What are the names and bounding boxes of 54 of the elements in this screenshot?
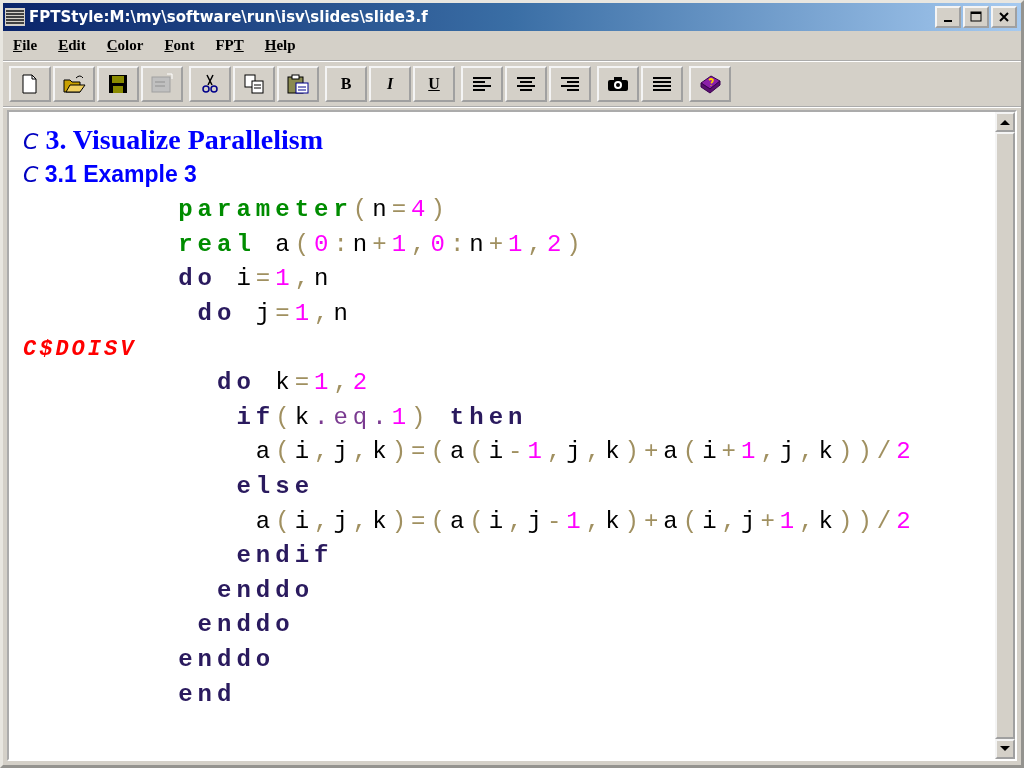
code-line: parameter(n=4) (177, 195, 451, 226)
code-line: do j=1,n (196, 298, 354, 329)
code-line: enddo (216, 575, 316, 606)
paste-icon (286, 73, 310, 95)
menu-item[interactable]: File (13, 37, 38, 54)
code-line: enddo (177, 644, 277, 675)
comment-line: C 3. Visualize Parallelism (23, 124, 324, 157)
help-book-icon (698, 73, 722, 95)
menu-item[interactable]: FPT (215, 37, 244, 54)
minimize-icon (944, 20, 952, 22)
down-arrow-icon (1000, 746, 1010, 752)
scroll-up-button[interactable] (995, 112, 1015, 132)
toolbar-button[interactable] (97, 66, 139, 102)
bold-button[interactable]: B (325, 66, 367, 102)
scroll-down-button[interactable] (995, 739, 1015, 759)
menu-item[interactable]: Font (164, 37, 195, 54)
code-line: enddo (196, 610, 296, 641)
menu-item[interactable]: Color (106, 37, 144, 54)
toolbar-button[interactable] (597, 66, 639, 102)
toolbar-button[interactable] (461, 66, 503, 102)
maximize-icon (970, 11, 982, 23)
code-line: do k=1,2 (216, 368, 374, 399)
toolbar-button[interactable] (549, 66, 591, 102)
toolbar-button[interactable] (189, 66, 231, 102)
code-line: a(i,j,k)=(a(i-1,j,k)+a(i+1,j,k))/2 (254, 437, 917, 468)
close-icon (998, 11, 1010, 23)
directive-line: C$DOISV (23, 335, 138, 364)
window-icon (150, 73, 174, 95)
toolbar-button[interactable] (53, 66, 95, 102)
copy-icon (242, 73, 266, 95)
code-line: endif (235, 541, 335, 572)
code-line: a(i,j,k)=(a(i,j-1,k)+a(i,j+1,k))/2 (254, 506, 917, 537)
maximize-button[interactable] (963, 6, 989, 28)
toolbar-button[interactable] (689, 66, 731, 102)
comment-line: C 3.1 Example 3 (23, 159, 198, 189)
toolbar-button[interactable] (641, 66, 683, 102)
code-line: end (177, 679, 238, 710)
window-title: FPTStyle:M:\my\software\run\isv\slides\slide3.f (29, 8, 429, 26)
close-button[interactable] (991, 6, 1017, 28)
underline-button[interactable]: U (413, 66, 455, 102)
menu-item[interactable]: Edit (58, 37, 86, 54)
up-arrow-icon (1000, 119, 1010, 125)
toolbar-button[interactable] (505, 66, 547, 102)
lines-icon (5, 8, 25, 26)
code-line: do i=1,n (177, 264, 335, 295)
code-line: else (235, 471, 316, 502)
italic-button[interactable]: I (369, 66, 411, 102)
code-line: if(k.eq.1) then (235, 402, 529, 433)
code-line: real a(0:n+1,0:n+1,2) (177, 229, 587, 260)
toolbar-button[interactable] (277, 66, 319, 102)
vertical-scrollbar[interactable] (995, 112, 1015, 759)
minimize-button[interactable] (935, 6, 961, 28)
menu-item[interactable]: Help (264, 37, 296, 54)
open-folder-icon (62, 73, 86, 95)
